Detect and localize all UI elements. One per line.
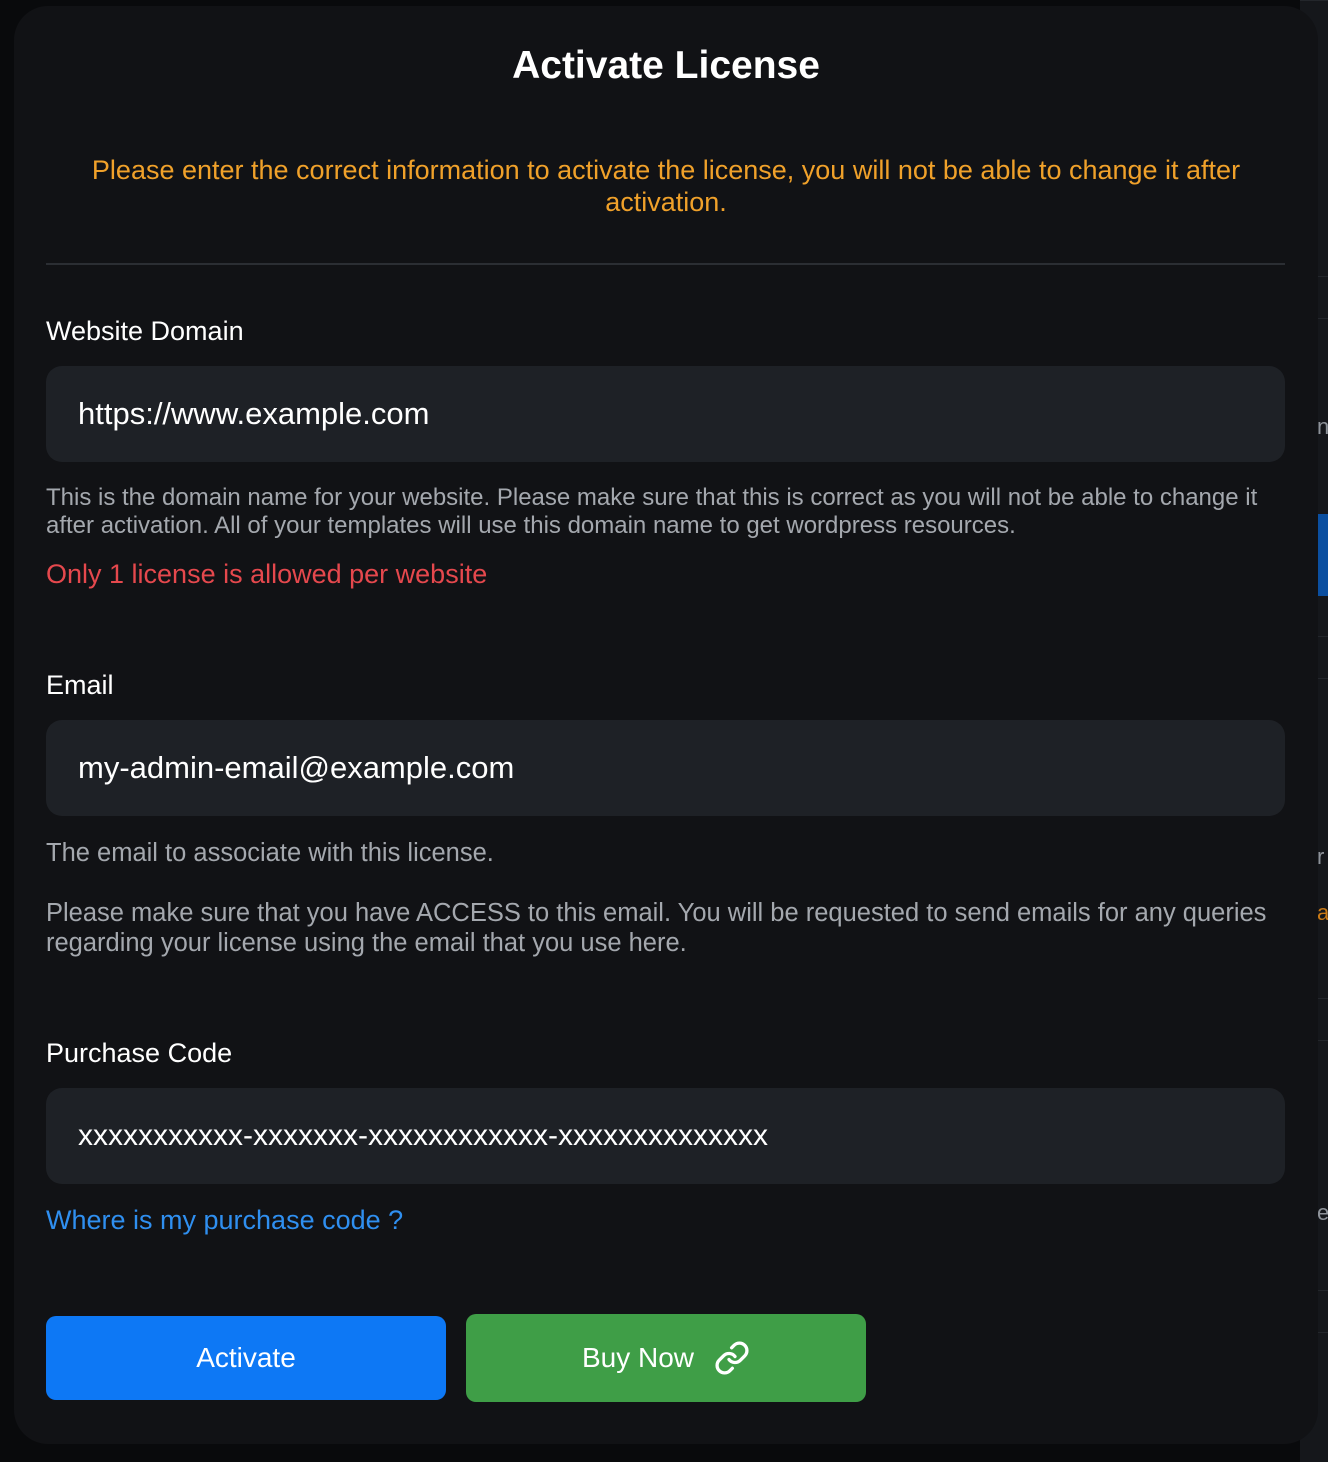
email-help: The email to associate with this license… xyxy=(46,839,494,867)
email-access-notice: Please make sure that you have ACCESS to… xyxy=(46,899,1267,957)
purchase-code-input[interactable] xyxy=(46,1088,1285,1184)
background-text: n xyxy=(1317,414,1328,439)
buy-now-button[interactable]: Buy Now xyxy=(466,1314,866,1402)
website-domain-help: This is the domain name for your website… xyxy=(46,484,1258,539)
activate-license-dialog: Activate License Please enter the correc… xyxy=(14,6,1318,1444)
divider xyxy=(46,263,1285,265)
activation-warning: Please enter the correct information to … xyxy=(91,155,1241,217)
background-text: r xyxy=(1317,844,1325,869)
link-icon xyxy=(714,1340,750,1376)
background-text: e xyxy=(1317,1200,1328,1225)
activate-button-label: Activate xyxy=(196,1342,296,1373)
purchase-code-help-link[interactable]: Where is my purchase code ? xyxy=(46,1205,403,1236)
license-limit-error: Only 1 license is allowed per website xyxy=(46,559,488,589)
dialog-title: Activate License xyxy=(512,44,820,87)
purchase-code-label: Purchase Code xyxy=(46,1038,233,1068)
background-text: a xyxy=(1317,900,1328,925)
email-label: Email xyxy=(46,670,114,700)
background-accent xyxy=(1318,514,1328,596)
buy-now-button-label: Buy Now xyxy=(581,1342,695,1373)
website-domain-label: Website Domain xyxy=(46,316,244,346)
activate-button[interactable]: Activate xyxy=(46,1316,446,1400)
website-domain-input[interactable] xyxy=(46,366,1285,462)
email-input[interactable] xyxy=(46,720,1285,816)
background-divider xyxy=(1300,0,1328,1)
